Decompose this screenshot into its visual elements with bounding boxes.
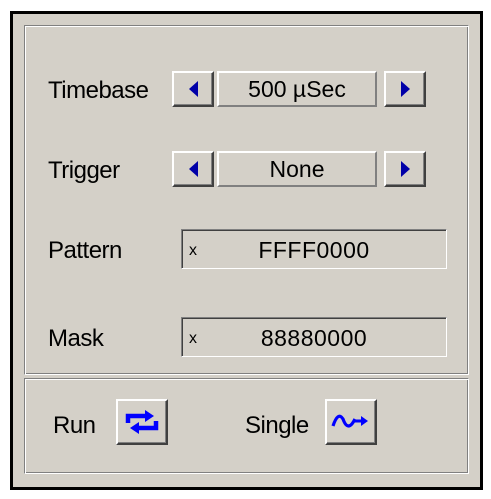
trigger-label: Trigger: [48, 157, 120, 184]
run-button[interactable]: [116, 399, 168, 445]
run-label: Run: [53, 412, 96, 439]
arrow-right-icon: [400, 161, 410, 177]
trigger-increase-button[interactable]: [384, 151, 426, 187]
mask-value: 88880000: [260, 325, 368, 351]
arrow-right-icon: [400, 81, 410, 97]
single-button[interactable]: [325, 399, 377, 445]
arrow-left-icon: [188, 81, 198, 97]
pattern-value: FFFF0000: [258, 237, 370, 263]
trigger-decrease-button[interactable]: [172, 151, 214, 187]
timebase-increase-button[interactable]: [384, 71, 426, 107]
single-label: Single: [245, 412, 309, 439]
settings-group: Timebase 500 µSec Trigger None Pattern x…: [24, 25, 469, 375]
timebase-decrease-button[interactable]: [172, 71, 214, 107]
pattern-label: Pattern: [48, 237, 122, 264]
single-wave-icon: [331, 414, 368, 428]
acquisition-panel: Timebase 500 µSec Trigger None Pattern x…: [10, 11, 483, 490]
timebase-label: Timebase: [48, 77, 149, 104]
arrow-left-icon: [188, 161, 198, 177]
mask-label: Mask: [48, 325, 104, 352]
trigger-value: None: [217, 151, 377, 187]
pattern-field[interactable]: x FFFF0000: [181, 229, 447, 269]
run-controls-group: Run Single: [24, 378, 469, 474]
timebase-value: 500 µSec: [217, 71, 377, 107]
mask-field[interactable]: x 88880000: [181, 317, 447, 357]
repeat-loop-icon: [125, 410, 159, 434]
